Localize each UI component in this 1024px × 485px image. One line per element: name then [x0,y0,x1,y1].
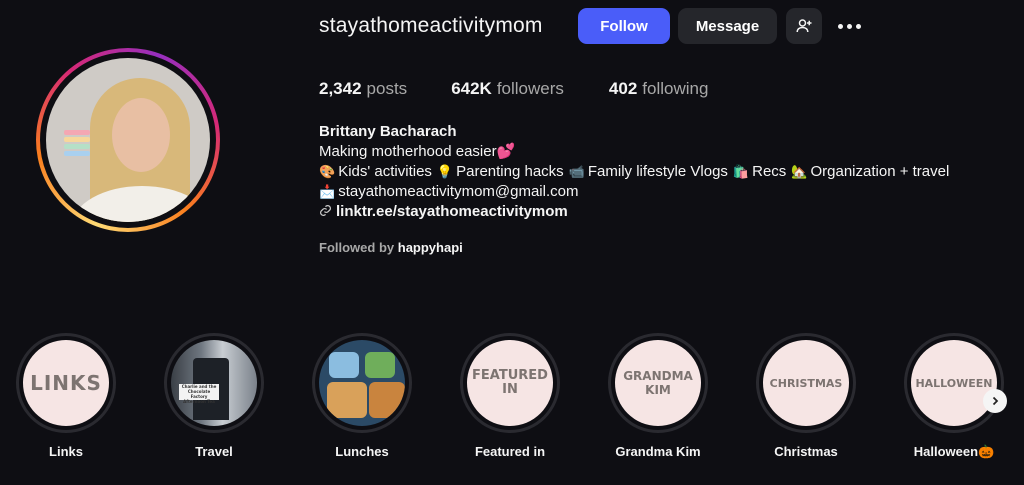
profile-bio: Brittany Bacharach Making motherhood eas… [319,122,1009,222]
suggested-accounts-button[interactable] [786,8,822,44]
profile-stats: 2,342 posts 642K followers 402 following [319,79,752,99]
bio-tagline: Making motherhood easier💕 [319,143,516,160]
hearts-emoji: 💕 [496,143,516,160]
category-text: Family lifestyle Vlogs [587,163,728,180]
highlight-cover-featured: FEATURED IN [467,340,553,426]
highlight-travel[interactable]: Charlie and the Chocolate Factory Aftern… [162,333,266,459]
add-user-icon [796,19,812,33]
profile-full-name: Brittany Bacharach [319,123,457,140]
highlight-cover-halloween: HALLOWEEN [911,340,997,426]
category-text: Kids' activities [338,163,432,180]
highlight-cover-travel: Charlie and the Chocolate Factory Aftern… [171,340,257,426]
highlight-grandma-kim[interactable]: GRANDMA KIM Grandma Kim [606,333,710,459]
highlight-lunches[interactable]: Lunches [310,333,414,459]
highlight-label: Grandma Kim [615,444,701,459]
highlight-cover-christmas: CHRISTMAS [763,340,849,426]
bio-categories: 🎨 Kids' activities 💡 Parenting hacks 📹 Family… [319,162,1009,182]
highlight-cover-grandma: GRANDMA KIM [615,340,701,426]
highlight-cover-lunches [319,340,405,426]
highlight-label: Featured in [474,444,546,459]
category-emoji: 💡 [436,164,454,179]
posts-stat: 2,342 posts [319,79,408,98]
profile-username: stayathomeactivitymom [319,14,543,37]
highlight-label: Links [49,444,83,459]
pumpkin-emoji: 🎃 [978,444,995,459]
more-options-button[interactable] [834,14,864,38]
follow-button[interactable]: Follow [578,8,670,44]
bio-email: 📩 stayathomeactivitymom@gmail.com [319,183,579,200]
profile-avatar[interactable] [36,48,220,232]
following-stat[interactable]: 402 following [609,79,709,99]
category-emoji: 🛍️ [732,164,750,179]
avatar-photo [46,58,210,222]
category-emoji: 🏡 [791,164,808,179]
category-text: Organization + travel [810,163,950,180]
highlight-label: Christmas [774,444,838,459]
highlight-links[interactable]: LINKS Links [14,333,118,459]
highlight-label: Lunches [335,444,389,459]
followers-stat[interactable]: 642K followers [451,79,564,99]
highlight-featured-in[interactable]: FEATURED IN Featured in [458,333,562,459]
bio-link[interactable]: linktr.ee/stayathomeactivitymom [319,202,1009,222]
highlight-label: Halloween🎃 [913,444,995,459]
link-icon [320,205,331,216]
highlight-label: Travel [195,444,233,459]
chevron-right-icon [992,396,999,406]
category-text: Parenting hacks [456,163,564,180]
category-emoji: 📹 [568,164,585,179]
category-emoji: 🎨 [319,164,336,179]
rainbow-stack-decoration [64,130,90,158]
message-button[interactable]: Message [678,8,777,44]
more-options-icon [837,23,843,29]
highlight-christmas[interactable]: CHRISTMAS Christmas [754,333,858,459]
followed-by[interactable]: Followed by happyhapi [319,240,463,255]
category-text: Recs [752,163,787,180]
highlights-next-button[interactable] [983,389,1007,413]
envelope-emoji: 📩 [319,184,336,199]
highlight-cover-links: LINKS [23,340,109,426]
